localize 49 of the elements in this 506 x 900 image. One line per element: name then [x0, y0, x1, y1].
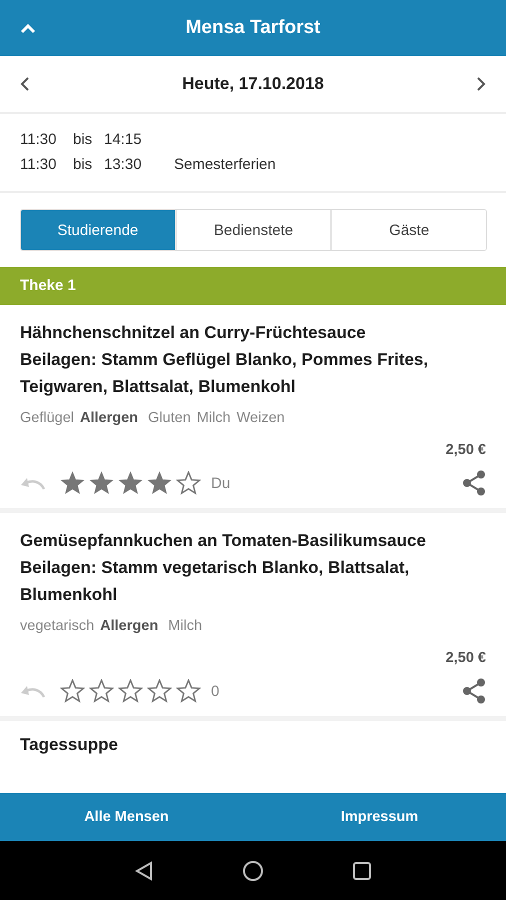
meal-price: 2,50 € [444, 442, 486, 458]
meal-category: Geflügel [20, 410, 74, 426]
rating-label: Du [211, 474, 230, 492]
allergen-heading: Allergen [80, 410, 138, 426]
allergen-tag: Gluten [148, 410, 191, 426]
star-icon[interactable] [60, 679, 85, 703]
price-group-tab[interactable]: Gäste [330, 210, 486, 250]
closing-time: 14:15 [103, 130, 143, 149]
star-icon[interactable] [147, 471, 172, 495]
footer-link[interactable]: Alle Mensen [0, 793, 253, 841]
star-icon[interactable] [176, 679, 201, 703]
star-icon[interactable] [89, 679, 114, 703]
allergen-tag: Milch [168, 618, 202, 634]
opening-time: 11:30 [20, 130, 58, 149]
star-icon[interactable] [89, 471, 114, 495]
meal-sides: Beilagen: Stamm vegetarisch Blanko, Blattsalat, Blumenkohl [20, 557, 410, 606]
star-icon[interactable] [147, 679, 172, 703]
star-icon[interactable] [118, 471, 143, 495]
allergen-tag: Milch [196, 410, 231, 426]
footer-link[interactable]: Impressum [253, 793, 506, 841]
share-icon[interactable] [462, 470, 486, 496]
meal-title: Tagessuppe [20, 735, 119, 755]
opening-time: 11:30 [20, 155, 58, 174]
allergen-heading: Allergen [100, 618, 158, 634]
time-separator: bis [72, 130, 94, 149]
home-icon[interactable] [242, 860, 264, 882]
rating-label: 0 [211, 682, 220, 700]
collapse-icon[interactable] [20, 22, 36, 34]
hours-note: Semesterferien [173, 155, 277, 174]
date-label: Heute, 17.10.2018 [181, 74, 325, 94]
meal-title: Hähnchenschnitzel an Curry-Früchtesauce [20, 322, 367, 344]
closing-time: 13:30 [103, 155, 143, 174]
star-icon[interactable] [118, 679, 143, 703]
meal-category: vegetarisch [20, 618, 94, 634]
star-icon[interactable] [176, 471, 201, 495]
meal-title: Gemüsepfannkuchen an Tomaten-Basilikumsauce [20, 530, 427, 552]
share-icon[interactable] [462, 678, 486, 704]
price-group-tab[interactable]: Studierende [21, 210, 175, 250]
section-header: Theke 1 [0, 267, 506, 305]
meal-sides: Beilagen: Stamm Geflügel Blanko, Pommes Frites, Teigwaren, Blattsalat, Blumenkohl [20, 349, 430, 398]
star-icon[interactable] [60, 471, 85, 495]
meal-price: 2,50 € [444, 650, 486, 666]
chevron-left-icon[interactable] [20, 76, 30, 92]
app-title: Mensa Tarforst [184, 17, 322, 39]
recents-icon[interactable] [353, 862, 372, 880]
time-separator: bis [72, 155, 94, 174]
allergen-tag: Weizen [236, 410, 285, 426]
back-icon[interactable] [134, 860, 153, 880]
chevron-right-icon[interactable] [476, 76, 486, 92]
